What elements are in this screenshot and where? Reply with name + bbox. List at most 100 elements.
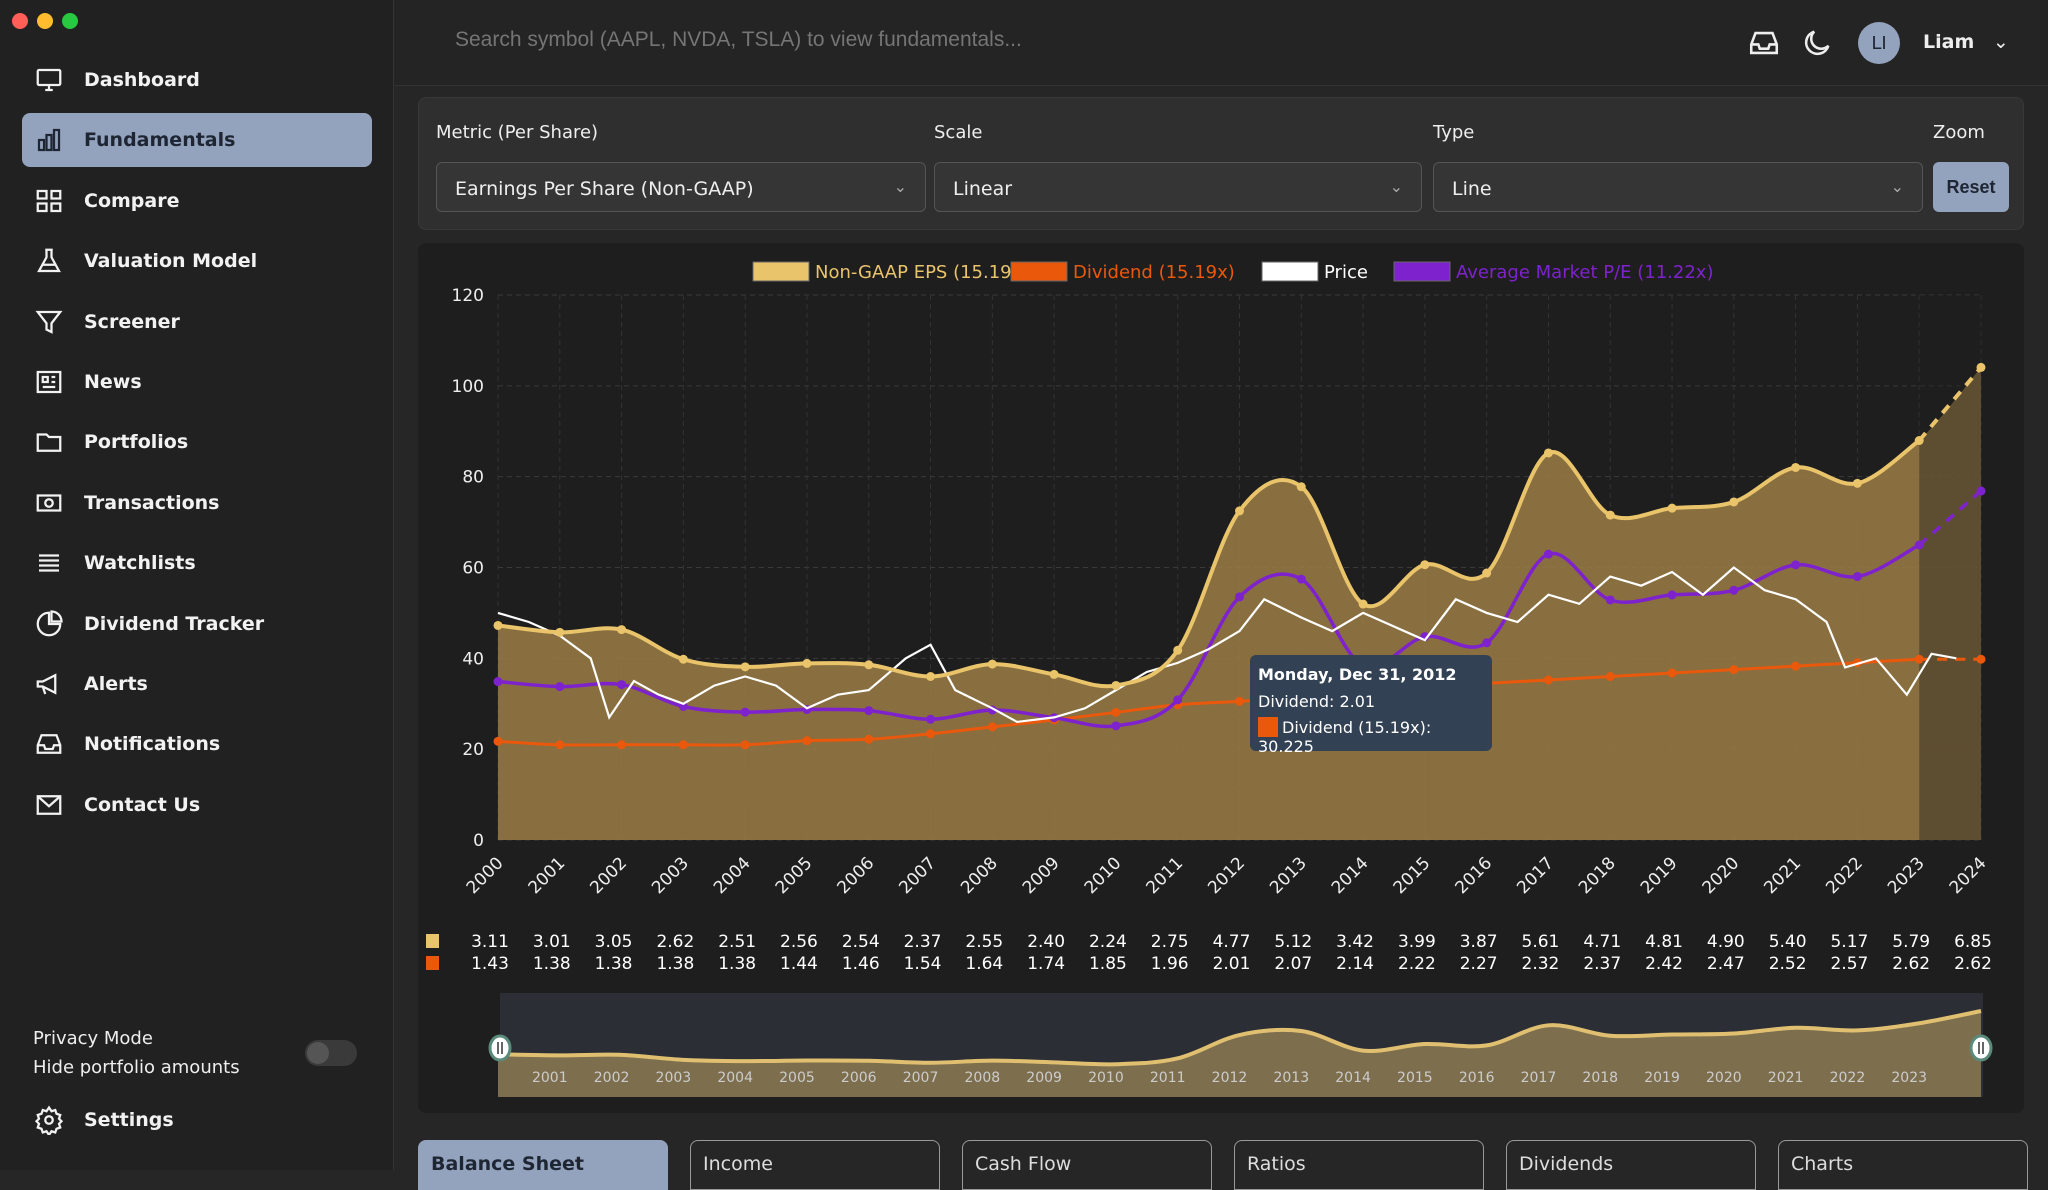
sidebar-item-news[interactable]: News <box>22 355 372 409</box>
sidebar-item-compare[interactable]: Compare <box>22 174 372 228</box>
dividend-value: 1.38 <box>595 954 633 974</box>
metric-select[interactable]: Earnings Per Share (Non-GAAP) ⌄ <box>436 162 926 212</box>
pe-point <box>1173 695 1183 705</box>
type-label: Type <box>1433 122 1475 143</box>
dividend-value: 2.14 <box>1336 954 1374 974</box>
navigator-year-label: 2008 <box>965 1070 1001 1086</box>
legend-swatch <box>1261 261 1319 282</box>
dividend-point <box>1976 654 1986 664</box>
inbox-icon[interactable] <box>1747 26 1781 60</box>
eps-point <box>1852 478 1862 488</box>
x-tick-label: 2008 <box>957 853 1002 898</box>
x-tick-label: 2014 <box>1328 853 1373 898</box>
x-tick-label: 2001 <box>525 853 570 898</box>
navigator-year-label: 2023 <box>1891 1070 1927 1086</box>
pe-point <box>864 706 874 716</box>
megaphone-icon <box>36 673 57 695</box>
x-tick-label: 2023 <box>1884 853 1929 898</box>
sidebar-item-dashboard[interactable]: Dashboard <box>22 53 372 107</box>
navigator-right-handle[interactable] <box>1969 1034 1993 1062</box>
eps-value: 5.17 <box>1830 932 1868 952</box>
dividend-value: 2.32 <box>1522 954 1560 974</box>
tab-income[interactable]: Income <box>690 1140 940 1190</box>
x-tick-label: 2004 <box>710 853 755 898</box>
pe-point <box>1976 486 1986 496</box>
tab-balance-sheet[interactable]: Balance Sheet <box>418 1140 668 1190</box>
sidebar-item-screener[interactable]: Screener <box>22 295 372 349</box>
list-icon <box>39 554 59 572</box>
eps-value: 4.77 <box>1213 932 1251 952</box>
search-input[interactable] <box>455 28 1155 52</box>
pe-point <box>1111 721 1121 731</box>
dividend-value: 1.44 <box>780 954 818 974</box>
sidebar-item-valuation-model[interactable]: Valuation Model <box>22 234 372 288</box>
sidebar-item-settings[interactable]: Settings <box>22 1093 372 1147</box>
x-tick-label: 2002 <box>586 853 631 898</box>
dividend-value: 1.54 <box>904 954 942 974</box>
sidebar-item-notifications[interactable]: Notifications <box>22 717 372 771</box>
y-tick-label: 40 <box>462 649 484 669</box>
eps-point <box>987 659 997 669</box>
dividend-point <box>617 740 627 750</box>
tooltip-dividend: Dividend: 2.01 <box>1258 692 1376 711</box>
eps-point <box>1420 560 1430 570</box>
maximize-window-button[interactable] <box>62 13 78 29</box>
handle-grip <box>488 1034 512 1062</box>
avatar[interactable]: LI <box>1858 22 1900 64</box>
navigator-year-label: 2007 <box>903 1070 939 1086</box>
dividend-value: 2.62 <box>1954 954 1992 974</box>
sidebar-item-portfolios[interactable]: Portfolios <box>22 415 372 469</box>
tab-charts[interactable]: Charts <box>1778 1140 2028 1190</box>
sidebar-item-fundamentals[interactable]: Fundamentals <box>22 113 372 168</box>
sidebar-item-label: Screener <box>84 310 180 333</box>
filter-icon <box>35 310 63 334</box>
sidebar-item-label: News <box>84 371 142 393</box>
x-tick-label: 2009 <box>1019 853 1064 898</box>
dividend-point <box>1729 665 1739 675</box>
pe-point <box>1482 638 1492 648</box>
eps-point <box>1543 448 1553 458</box>
eps-row-swatch <box>426 934 439 948</box>
window-controls <box>12 13 78 29</box>
eps-point <box>1976 362 1986 372</box>
dividend-value: 2.62 <box>1892 954 1930 974</box>
tab-ratios[interactable]: Ratios <box>1234 1140 1484 1190</box>
sidebar-item-label: Watchlists <box>84 552 196 575</box>
scale-value: Linear <box>953 178 1013 200</box>
x-tick-label: 2017 <box>1513 853 1558 898</box>
eps-point <box>1667 503 1677 513</box>
tab-cash-flow[interactable]: Cash Flow <box>962 1140 1212 1190</box>
moon-icon[interactable] <box>1800 26 1834 60</box>
scale-select[interactable]: Linear ⌄ <box>934 162 1422 212</box>
eps-point <box>1729 497 1739 507</box>
navigator-left-handle[interactable] <box>488 1034 512 1062</box>
pe-point <box>555 682 565 692</box>
x-tick-label: 2024 <box>1946 853 1991 898</box>
zoom-reset-button[interactable]: Reset <box>1933 162 2009 212</box>
sidebar-item-contact-us[interactable]: Contact Us <box>22 778 372 832</box>
sidebar-item-watchlists[interactable]: Watchlists <box>22 536 372 590</box>
tab-dividends[interactable]: Dividends <box>1506 1140 1756 1190</box>
navigator-year-label: 2016 <box>1459 1070 1495 1086</box>
sidebar-item-dividend-tracker[interactable]: Dividend Tracker <box>22 597 372 651</box>
eps-value: 5.61 <box>1522 932 1560 952</box>
legend-item-3: Average Market P/E (11.22x) <box>1393 261 1713 283</box>
eps-point <box>1173 645 1183 655</box>
sidebar-item-transactions[interactable]: Transactions <box>22 476 372 530</box>
navigator-year-label: 2001 <box>532 1070 568 1086</box>
type-select[interactable]: Line ⌄ <box>1433 162 1923 212</box>
dividend-swatch <box>1258 717 1278 737</box>
minimize-window-button[interactable] <box>37 13 53 29</box>
eps-point <box>1482 568 1492 578</box>
x-tick-label: 2012 <box>1204 853 1249 898</box>
dividend-value: 2.42 <box>1645 954 1683 974</box>
close-window-button[interactable] <box>12 13 28 29</box>
x-tick-label: 2020 <box>1699 853 1744 898</box>
legend-swatch <box>1010 261 1068 282</box>
sidebar-item-label: Contact Us <box>84 793 201 816</box>
sidebar-item-alerts[interactable]: Alerts <box>22 657 372 711</box>
pe-point <box>1729 585 1739 595</box>
privacy-mode-toggle[interactable] <box>305 1040 357 1066</box>
user-menu[interactable]: Liam ⌄ <box>1923 31 2009 53</box>
navigator-year-label: 2014 <box>1335 1070 1371 1086</box>
